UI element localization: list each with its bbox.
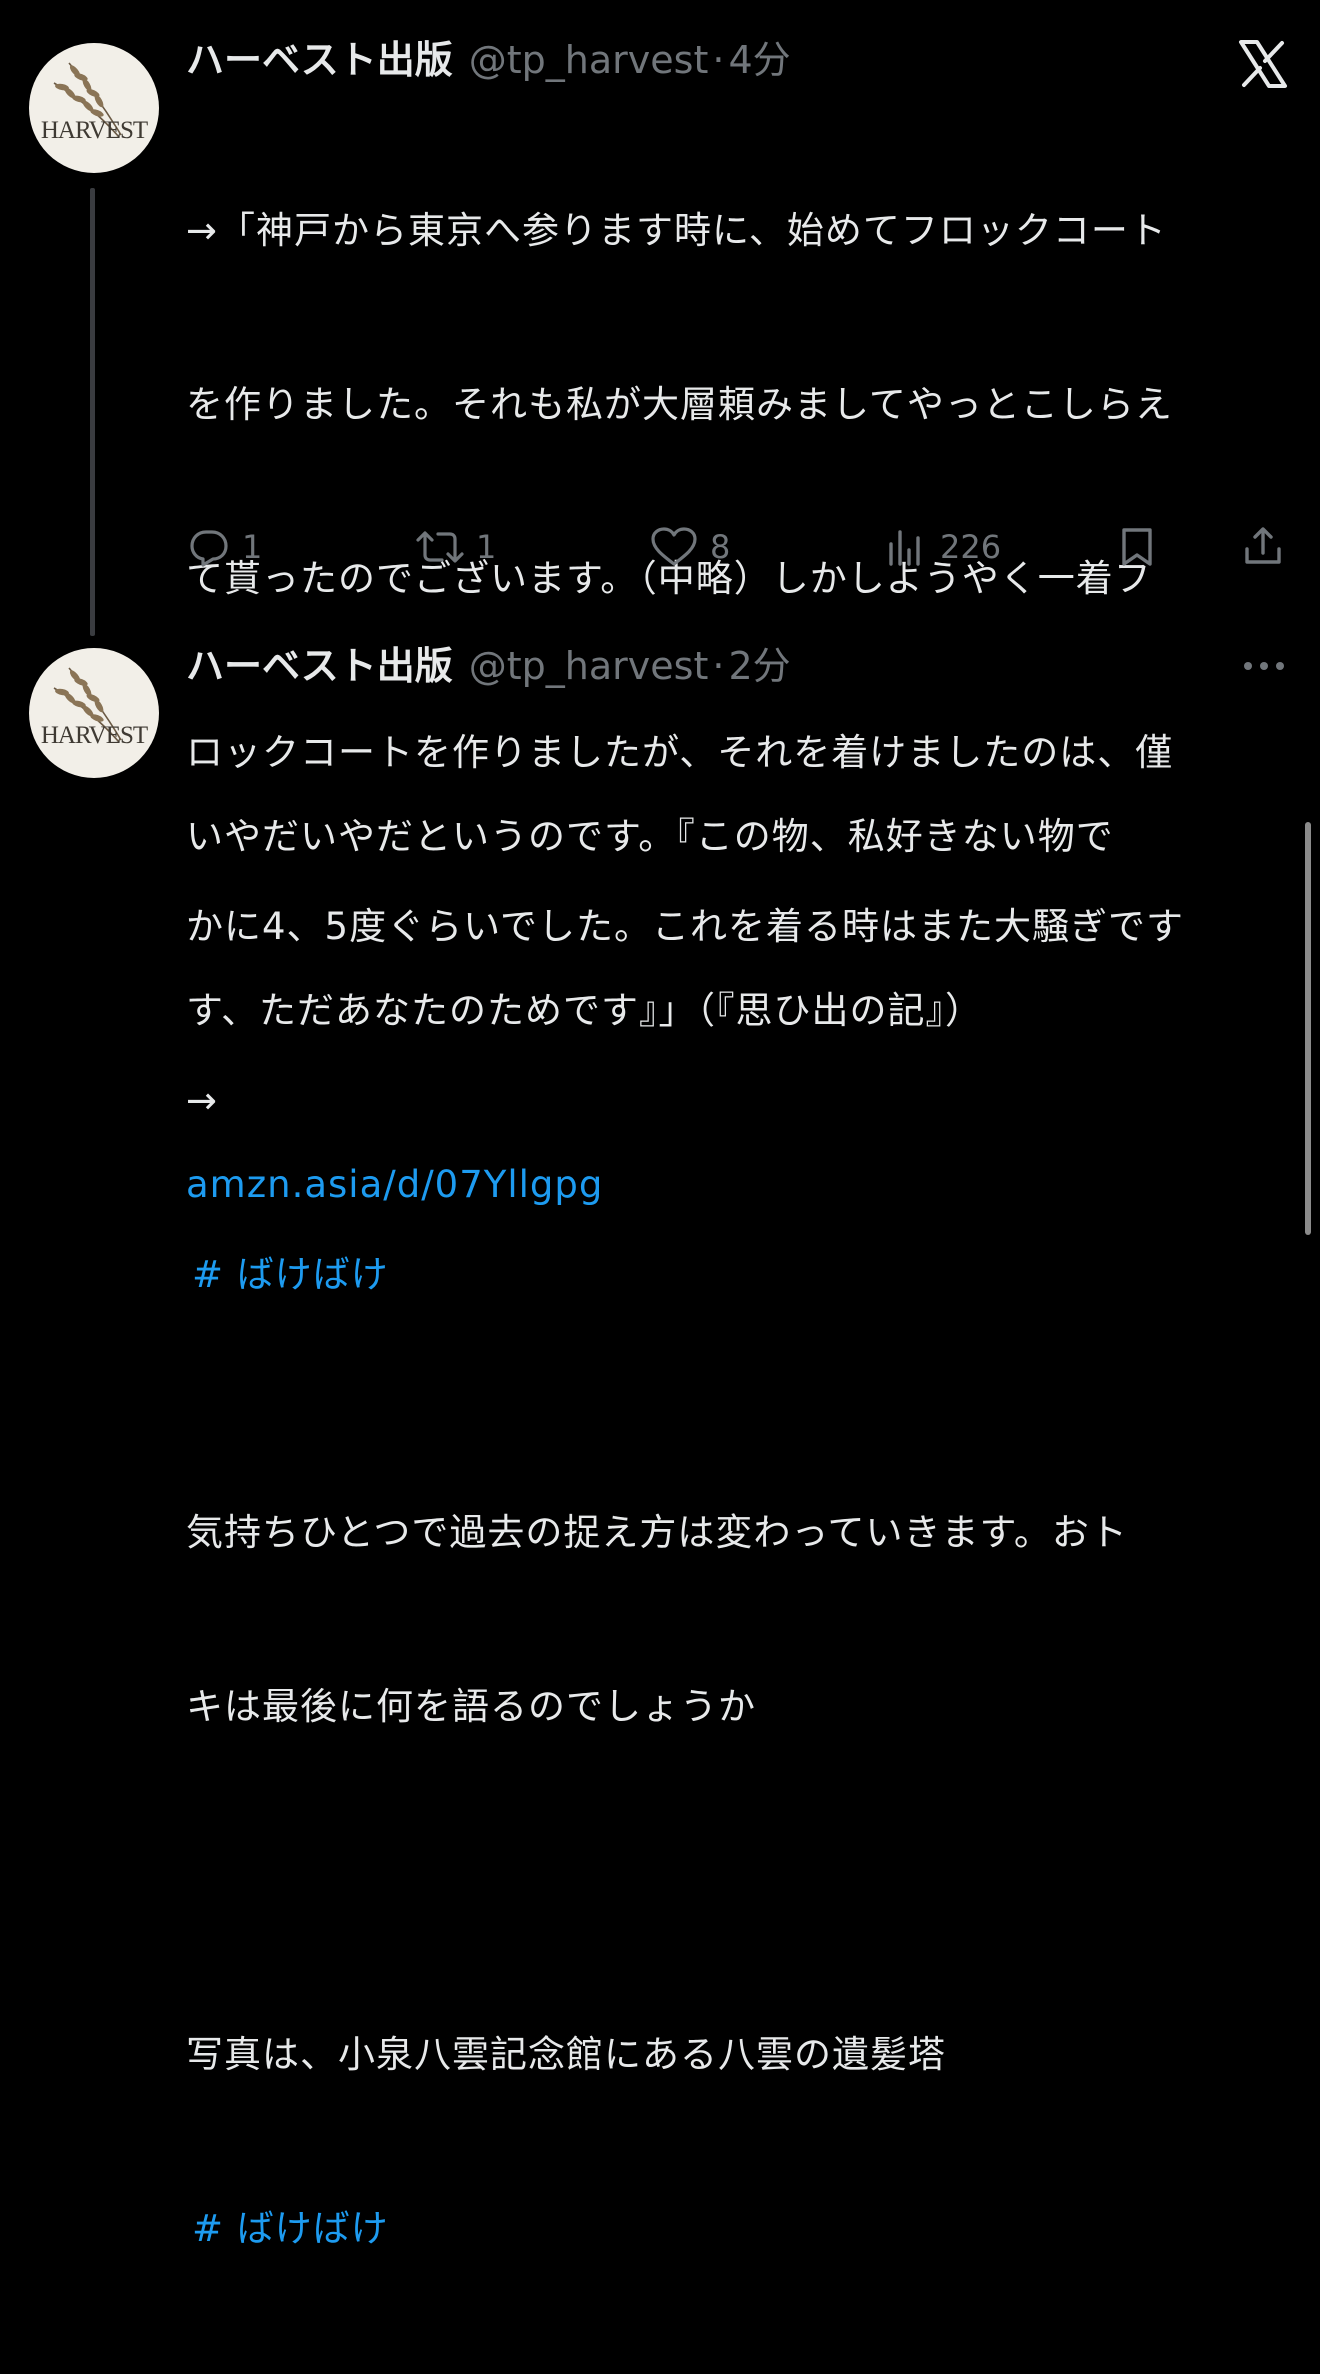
- avatar[interactable]: HARVEST: [29, 648, 159, 778]
- text-line: 写真は、小泉八雲記念館にある八雲の遺髪塔: [186, 2033, 946, 2076]
- like-button[interactable]: 8: [648, 522, 730, 572]
- bookmark-icon: [1122, 528, 1152, 566]
- post-time[interactable]: 4分: [728, 38, 790, 82]
- avatar-text: HARVEST: [40, 722, 148, 749]
- amazon-link[interactable]: amzn.asia/d/07Yllgpg: [186, 1156, 1296, 1214]
- share-button[interactable]: [1240, 522, 1286, 572]
- author-handle[interactable]: @tp_harvest: [469, 38, 709, 82]
- views-count: 226: [940, 528, 1002, 566]
- author-name[interactable]: ハーベスト出版: [186, 38, 453, 82]
- reply-icon: [190, 530, 228, 567]
- bookmark-button[interactable]: [1114, 522, 1160, 572]
- author-handle[interactable]: @tp_harvest: [469, 644, 709, 688]
- header-separator: ·: [712, 644, 725, 688]
- tweet-header: ハーベスト出版 @tp_harvest · 4分: [186, 36, 1296, 84]
- tweet-2[interactable]: ハーベスト出版 @tp_harvest · 2分 いやだいやだというのです。『この物、…: [186, 642, 1296, 2374]
- scrollbar[interactable]: [1305, 822, 1311, 1235]
- text-line: キは最後に何を語るのでしょうか: [186, 1685, 756, 1728]
- post-time[interactable]: 2分: [728, 644, 790, 688]
- tweet-header: ハーベスト出版 @tp_harvest · 2分: [186, 642, 1296, 690]
- reply-count: 1: [242, 528, 263, 566]
- thread-connector-line: [90, 188, 95, 636]
- header-separator: ·: [712, 38, 725, 82]
- avatar-text: HARVEST: [40, 117, 148, 144]
- author-name[interactable]: ハーベスト出版: [186, 644, 453, 688]
- text-line: す、ただあなたのためです』」（『思ひ出の記』）: [186, 989, 984, 1032]
- repost-icon: [416, 531, 464, 563]
- views-button[interactable]: 226: [884, 522, 1001, 572]
- like-count: 8: [710, 528, 731, 566]
- text-line: →「神戸から東京へ参ります時に、始めてフロックコート: [186, 209, 1167, 252]
- reply-button[interactable]: 1: [186, 522, 262, 572]
- text-line: いやだいやだというのです。『この物、私好きない物で: [186, 815, 1114, 858]
- hashtag-link[interactable]: # ばけばけ: [186, 2200, 1296, 2258]
- tweet-actions: 1 1 8 226: [186, 522, 1296, 572]
- share-icon: [1245, 527, 1281, 564]
- tweet-text: いやだいやだというのです。『この物、私好きない物で す、ただあなたのためです』」…: [186, 692, 1296, 2374]
- text-line: 気持ちひとつで過去の捉え方は変わっていきます。おト: [186, 1511, 1128, 1554]
- avatar[interactable]: HARVEST: [29, 43, 159, 173]
- repost-count: 1: [476, 528, 497, 566]
- repost-button[interactable]: 1: [414, 522, 496, 572]
- heart-icon: [651, 527, 697, 566]
- text-line: を作りました。それも私が大層頼みましてやっとこしらえ: [186, 383, 1173, 426]
- views-icon: [889, 530, 920, 566]
